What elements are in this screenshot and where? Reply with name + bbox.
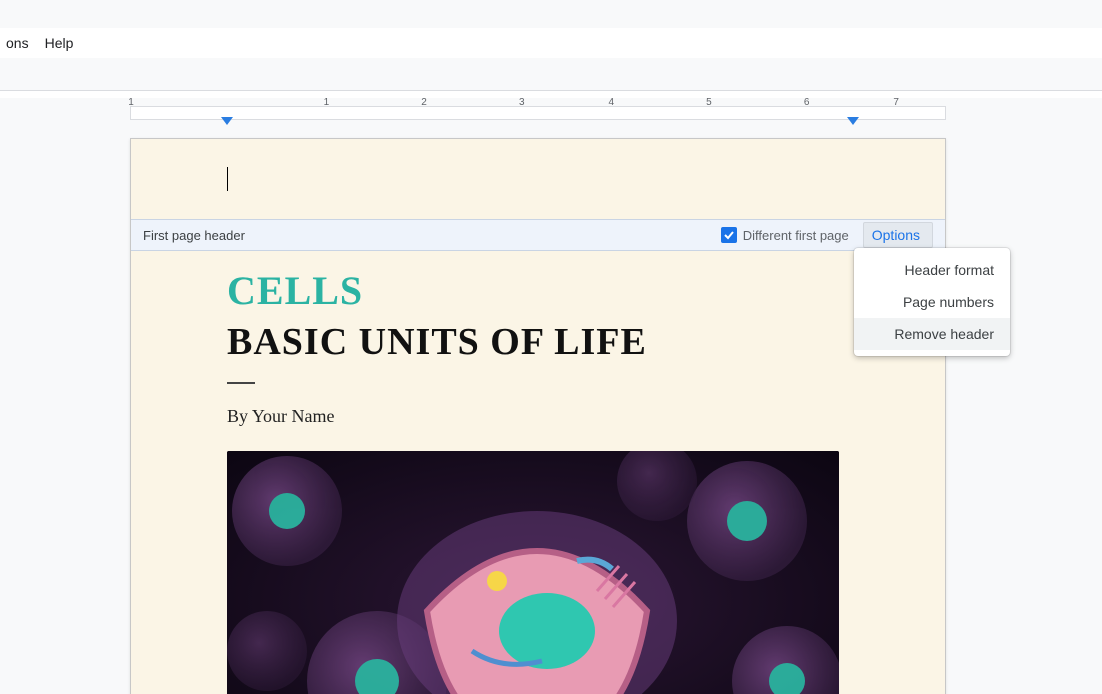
ruler-number: 6: [804, 98, 810, 108]
right-indent-marker[interactable]: [847, 117, 859, 125]
menu-item-page-numbers[interactable]: Page numbers: [854, 286, 1010, 318]
menu-item-remove-header[interactable]: Remove header: [854, 318, 1010, 350]
ruler-number: 7: [893, 98, 899, 108]
document-title-2: BASIC UNITS OF LIFE: [227, 320, 849, 364]
different-first-page-label: Different first page: [743, 228, 849, 243]
header-strip: First page header Different first page O…: [131, 219, 945, 251]
ruler-number: 2: [421, 98, 427, 108]
cell-illustration-icon: [227, 451, 839, 694]
page-header-area[interactable]: [131, 139, 945, 219]
document-byline: By Your Name: [227, 406, 849, 427]
menu-item-extensions[interactable]: ons: [0, 31, 37, 55]
menu-bar: ons Help: [0, 28, 1102, 58]
ruler-number: 1: [324, 98, 330, 108]
horizontal-ruler[interactable]: 1 1 2 3 4 5 6 7: [0, 98, 1102, 128]
different-first-page-toggle[interactable]: Different first page: [721, 227, 849, 243]
document-title-1: CELLS: [227, 267, 849, 314]
title-divider: [227, 382, 255, 384]
hero-image[interactable]: [227, 451, 839, 694]
header-strip-label: First page header: [143, 228, 245, 243]
editor-canvas: 1 1 2 3 4 5 6 7 First page header Differ…: [0, 98, 1102, 694]
ruler-number: 3: [519, 98, 525, 108]
left-indent-marker[interactable]: [221, 117, 233, 125]
menu-item-help[interactable]: Help: [37, 31, 82, 55]
document-body[interactable]: CELLS BASIC UNITS OF LIFE By Your Name: [131, 251, 945, 694]
menu-item-header-format[interactable]: Header format: [854, 254, 1010, 286]
options-label: Options: [872, 227, 920, 243]
text-cursor: [227, 167, 228, 191]
ruler-number: 5: [706, 98, 712, 108]
header-options-menu: Header format Page numbers Remove header: [854, 248, 1010, 356]
header-options-button[interactable]: Options: [863, 222, 933, 248]
document-page[interactable]: First page header Different first page O…: [130, 138, 946, 694]
ruler-number: 4: [608, 98, 614, 108]
ruler-number: 1: [128, 98, 134, 108]
checkbox-checked-icon: [721, 227, 737, 243]
